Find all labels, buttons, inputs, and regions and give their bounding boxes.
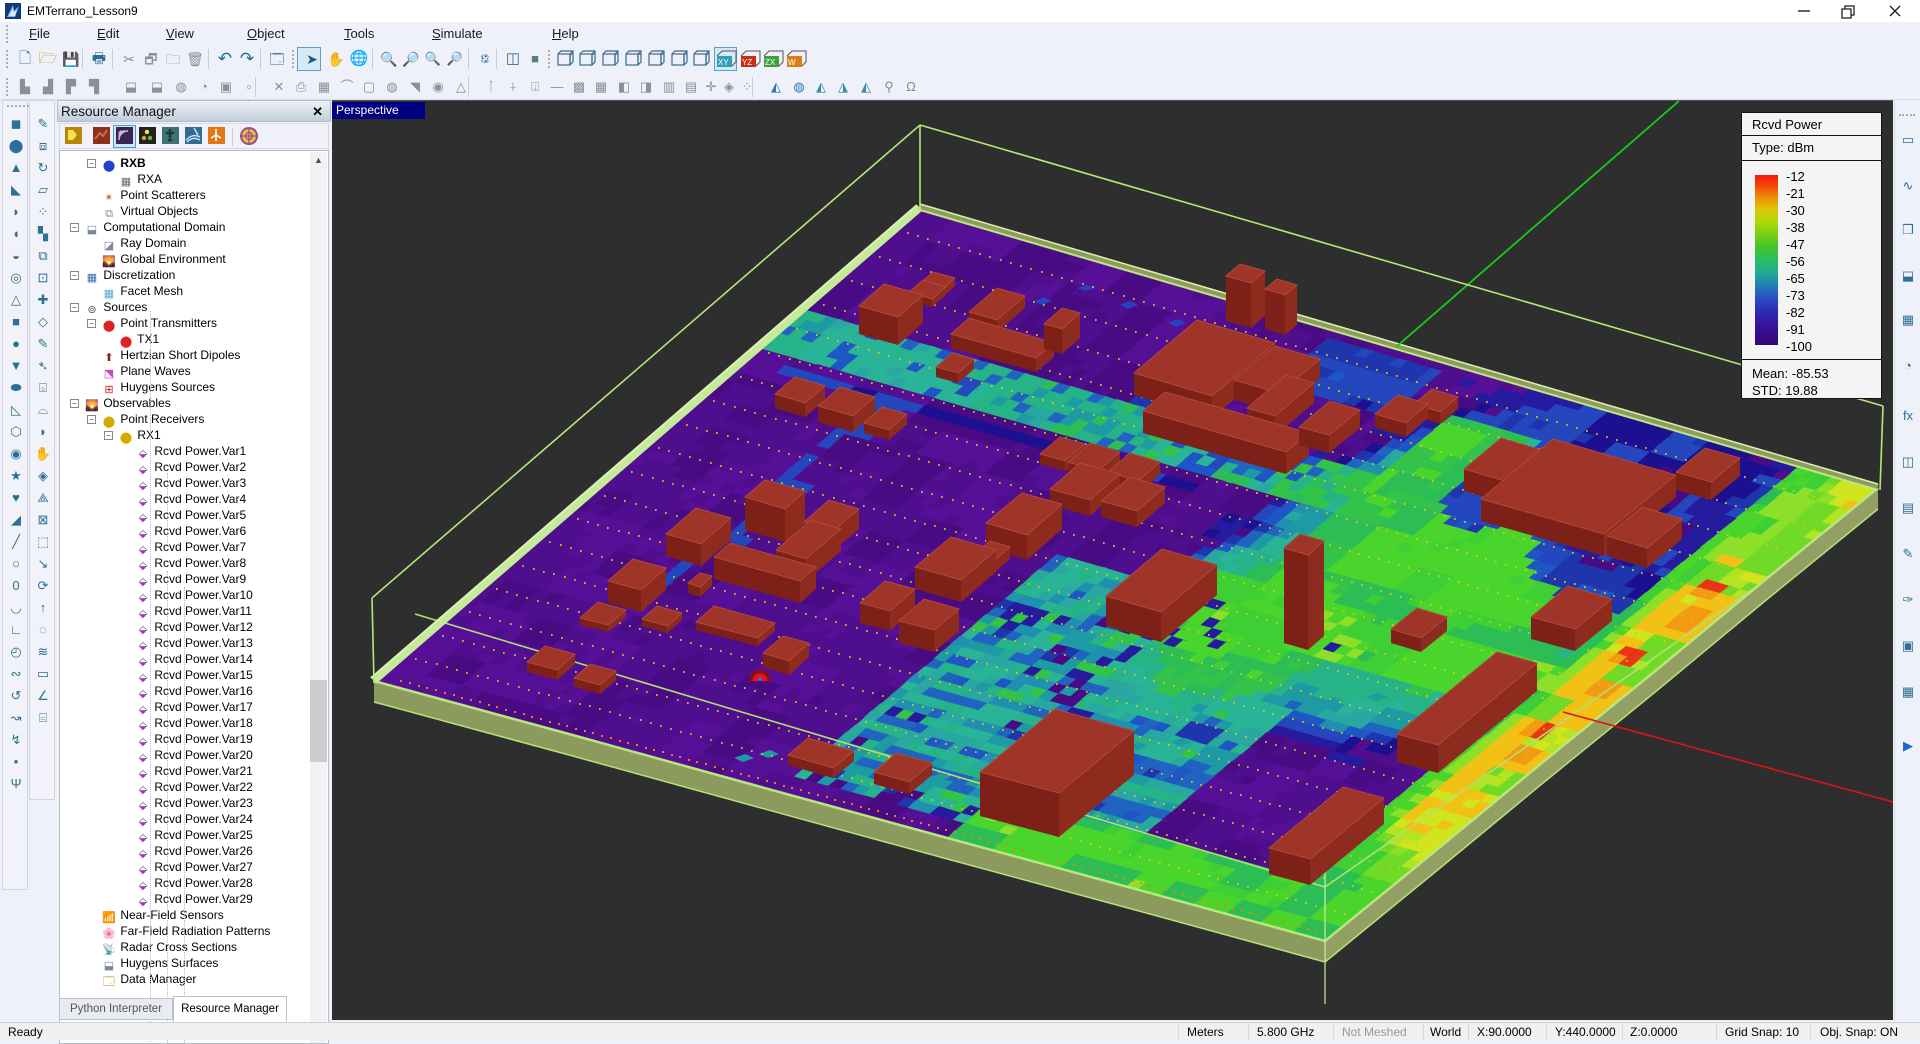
svg-text:YZ: YZ <box>742 58 752 67</box>
svg-text:W: W <box>788 58 796 67</box>
svg-text:XY: XY <box>718 58 729 67</box>
svg-text:ZX: ZX <box>765 58 776 67</box>
